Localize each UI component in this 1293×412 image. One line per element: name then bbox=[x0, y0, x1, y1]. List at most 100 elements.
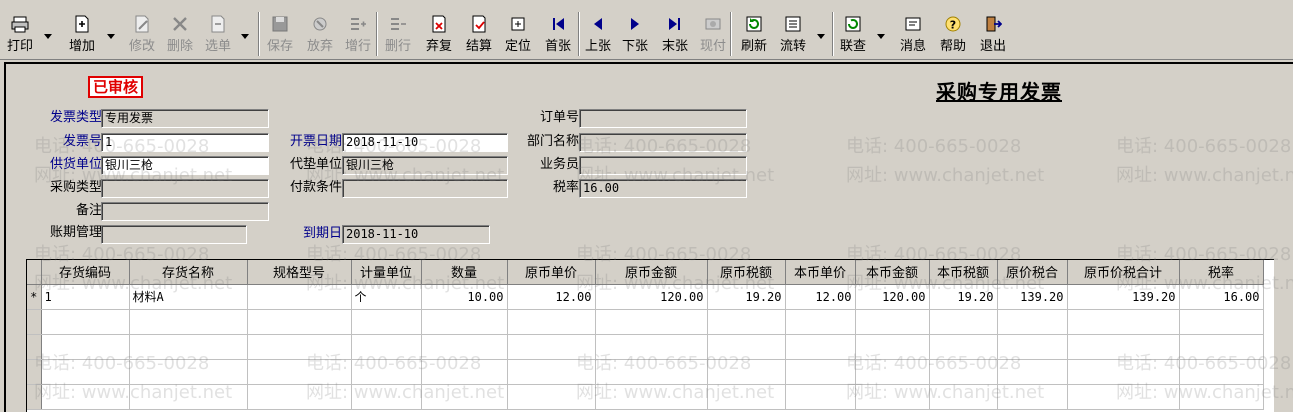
grid-cell[interactable] bbox=[855, 359, 930, 385]
grid-cell[interactable] bbox=[997, 359, 1068, 385]
remark-field[interactable] bbox=[101, 202, 269, 221]
account-period-field[interactable] bbox=[101, 225, 247, 244]
invoice-type-field[interactable]: 专用发票 bbox=[101, 109, 269, 128]
toolbar-button[interactable]: 末张 bbox=[656, 12, 694, 58]
grid-cell[interactable]: 19.20 bbox=[929, 284, 998, 310]
toolbar-button[interactable]: 流转 bbox=[774, 12, 812, 58]
grid-cell[interactable] bbox=[785, 359, 856, 385]
grid-cell[interactable] bbox=[929, 334, 998, 360]
column-header[interactable]: 原币税额 bbox=[707, 260, 786, 285]
grid-cell[interactable]: 1 bbox=[41, 284, 130, 310]
grid-cell[interactable]: 12.00 bbox=[507, 284, 596, 310]
table-row[interactable]: * 1 材料A 个 10.00 12.00 120.00 19.20 12.00 120.00 19… bbox=[27, 284, 1264, 310]
grid-cell[interactable] bbox=[507, 309, 596, 335]
grid-cell[interactable] bbox=[1067, 384, 1180, 410]
column-header[interactable]: 原价税合 bbox=[997, 260, 1068, 285]
grid-cell[interactable] bbox=[247, 309, 352, 335]
toolbar-button[interactable]: 退出 bbox=[974, 12, 1012, 58]
toolbar-button[interactable]: 打印 bbox=[1, 12, 39, 58]
toolbar-button[interactable]: 保存 bbox=[260, 12, 300, 58]
grid-cell[interactable]: 19.20 bbox=[707, 284, 786, 310]
grid-cell[interactable] bbox=[707, 334, 786, 360]
salesman-field[interactable] bbox=[579, 156, 747, 175]
grid-cell[interactable] bbox=[929, 384, 998, 410]
grid-cell[interactable] bbox=[1179, 309, 1264, 335]
grid-cell[interactable] bbox=[247, 284, 352, 310]
toolbar-button[interactable]: 现付 bbox=[694, 12, 732, 58]
table-row[interactable] bbox=[27, 359, 1264, 385]
toolbar-button[interactable]: 删除 bbox=[162, 12, 198, 58]
grid-cell[interactable] bbox=[247, 359, 352, 385]
dropdown-arrow-button[interactable] bbox=[814, 12, 828, 58]
grid-cell[interactable] bbox=[1179, 334, 1264, 360]
column-header[interactable]: 税率 bbox=[1179, 260, 1264, 285]
due-date-field[interactable]: 2018-11-10 bbox=[342, 225, 490, 244]
column-header[interactable]: 原币价税合计 bbox=[1067, 260, 1180, 285]
grid-cell[interactable] bbox=[129, 309, 248, 335]
grid-cell[interactable] bbox=[41, 384, 130, 410]
column-header[interactable]: 计量单位 bbox=[351, 260, 422, 285]
grid-cell[interactable] bbox=[1067, 309, 1180, 335]
dropdown-arrow-button[interactable] bbox=[41, 12, 55, 58]
row-header[interactable] bbox=[27, 359, 42, 385]
toolbar-button[interactable]: 联查 bbox=[834, 12, 872, 58]
row-header[interactable] bbox=[27, 334, 42, 360]
grid-cell[interactable] bbox=[595, 384, 708, 410]
department-field[interactable] bbox=[579, 133, 747, 152]
grid-cell[interactable] bbox=[351, 309, 422, 335]
grid-cell[interactable] bbox=[785, 309, 856, 335]
grid-cell[interactable]: 12.00 bbox=[785, 284, 856, 310]
toolbar-button[interactable]: 下张 bbox=[616, 12, 654, 58]
grid-cell[interactable] bbox=[507, 384, 596, 410]
invoice-no-field[interactable]: 1 bbox=[101, 133, 269, 152]
grid-cell[interactable] bbox=[997, 334, 1068, 360]
grid-cell[interactable] bbox=[421, 309, 508, 335]
toolbar-button[interactable]: 删行 bbox=[380, 12, 416, 58]
invoice-date-field[interactable]: 2018-11-10 bbox=[342, 133, 508, 152]
grid-cell[interactable] bbox=[785, 384, 856, 410]
toolbar-button[interactable]: 首张 bbox=[538, 12, 578, 58]
payment-terms-field[interactable] bbox=[342, 179, 508, 198]
grid-cell[interactable] bbox=[351, 384, 422, 410]
column-header[interactable]: 本币金额 bbox=[855, 260, 930, 285]
grid-cell[interactable]: 材料A bbox=[129, 284, 248, 310]
grid-cell[interactable]: 139.20 bbox=[997, 284, 1068, 310]
dropdown-arrow-button[interactable] bbox=[104, 12, 118, 58]
column-header[interactable]: 原币单价 bbox=[507, 260, 596, 285]
toolbar-button[interactable]: 选单 bbox=[200, 12, 236, 58]
grid-cell[interactable] bbox=[929, 359, 998, 385]
column-header[interactable]: 存货名称 bbox=[129, 260, 248, 285]
table-row[interactable] bbox=[27, 334, 1264, 360]
grid-cell[interactable] bbox=[1067, 359, 1180, 385]
grid-cell[interactable] bbox=[929, 309, 998, 335]
toolbar-button[interactable]: 增行 bbox=[340, 12, 376, 58]
grid-cell[interactable] bbox=[855, 334, 930, 360]
grid-cell[interactable] bbox=[595, 309, 708, 335]
grid-cell[interactable] bbox=[707, 309, 786, 335]
toolbar-button[interactable]: 弃复 bbox=[420, 12, 458, 58]
grid-cell[interactable]: 120.00 bbox=[855, 284, 930, 310]
column-header[interactable]: 本币税额 bbox=[929, 260, 998, 285]
grid-cell[interactable] bbox=[997, 384, 1068, 410]
grid-cell[interactable] bbox=[997, 309, 1068, 335]
row-header[interactable] bbox=[27, 309, 42, 335]
grid-cell[interactable]: 16.00 bbox=[1179, 284, 1264, 310]
grid-cell[interactable] bbox=[707, 359, 786, 385]
toolbar-button[interactable]: 增加 bbox=[62, 12, 102, 58]
grid-cell[interactable] bbox=[247, 384, 352, 410]
grid-cell[interactable]: 个 bbox=[351, 284, 422, 310]
toolbar-button[interactable]: 上张 bbox=[578, 12, 618, 58]
dropdown-arrow-button[interactable] bbox=[874, 12, 888, 58]
grid-cell[interactable] bbox=[421, 359, 508, 385]
grid-cell[interactable] bbox=[855, 384, 930, 410]
grid-cell[interactable] bbox=[1067, 334, 1180, 360]
grid-cell[interactable]: 120.00 bbox=[595, 284, 708, 310]
grid-cell[interactable] bbox=[855, 309, 930, 335]
grid-cell[interactable] bbox=[421, 384, 508, 410]
grid-cell[interactable] bbox=[595, 334, 708, 360]
dropdown-arrow-button[interactable] bbox=[238, 12, 252, 58]
grid-cell[interactable] bbox=[41, 309, 130, 335]
grid-cell[interactable] bbox=[507, 334, 596, 360]
toolbar-button[interactable]: 放弃 bbox=[302, 12, 338, 58]
supplier-field[interactable]: 银川三枪 bbox=[101, 156, 269, 175]
